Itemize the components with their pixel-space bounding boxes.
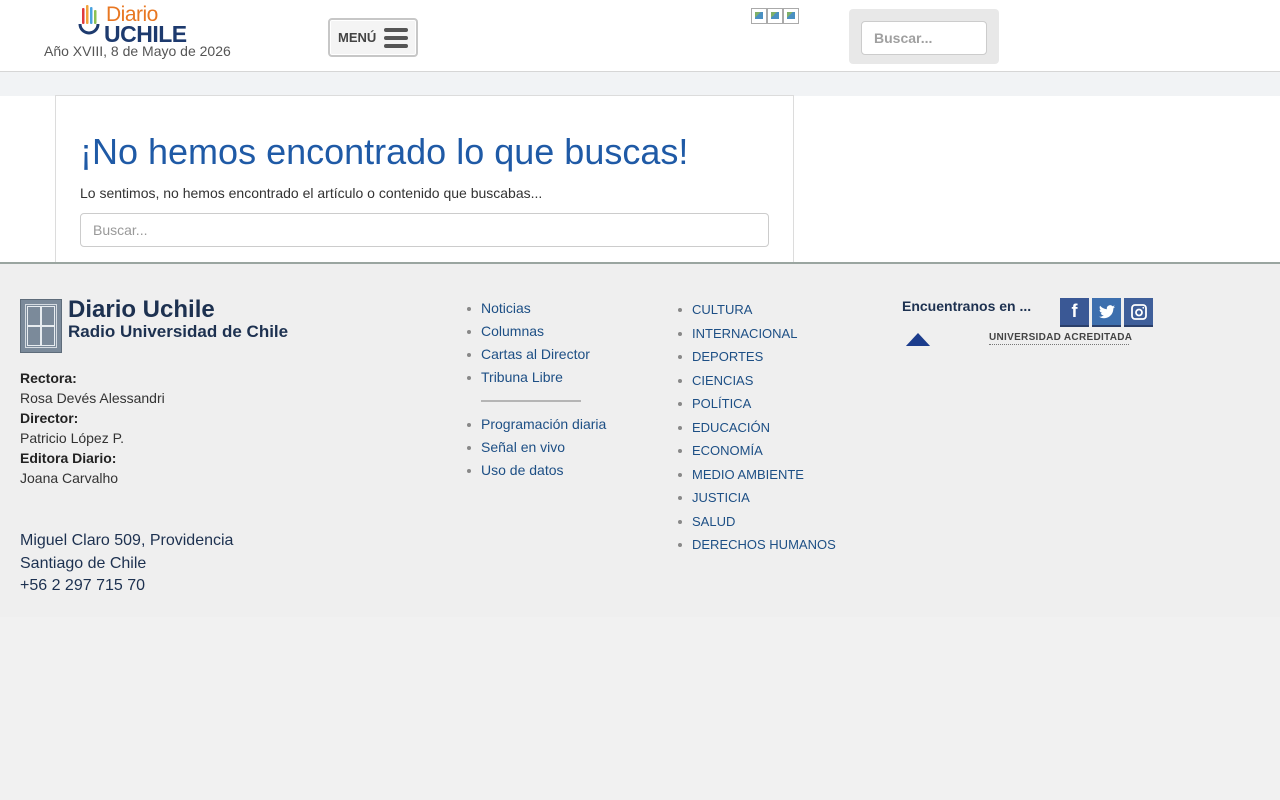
diario-uchile-logo[interactable]: Diario UCHILE: [74, 3, 194, 47]
page-title: ¡No hemos encontrado lo que buscas!: [80, 131, 689, 172]
staff-role: Editora Diario:: [20, 450, 117, 466]
divider: [481, 400, 581, 402]
section-link[interactable]: CIENCIAS: [678, 369, 836, 393]
staff-name: Rosa Devés Alessandri: [20, 390, 165, 406]
section-link[interactable]: ECONOMÍA: [678, 439, 836, 463]
section-link[interactable]: CULTURA: [678, 298, 836, 322]
header-search-input[interactable]: [861, 21, 987, 55]
address-line: Santiago de Chile: [20, 554, 147, 572]
broken-image-icon[interactable]: [751, 8, 767, 24]
phone-number: +56 2 297 715 70: [20, 577, 146, 594]
section-link[interactable]: DEPORTES: [678, 345, 836, 369]
header-search: [849, 9, 999, 64]
social-label: Encuentranos en ...: [902, 298, 1032, 314]
staff-credits: Rectora: Rosa Devés Alessandri Director:…: [20, 368, 165, 488]
staff-name: Patricio López P.: [20, 430, 125, 446]
accreditation-banner: UNIVERSIDAD ACREDITADA: [902, 330, 1154, 346]
twitter-icon[interactable]: [1092, 298, 1121, 327]
contact-address: Miguel Claro 509, Providencia Santiago d…: [20, 530, 233, 598]
broken-image-icon[interactable]: [783, 8, 799, 24]
header-spacer: [0, 72, 1280, 96]
footer-link-tribuna[interactable]: Tribuna Libre: [467, 366, 606, 389]
instagram-icon[interactable]: [1124, 298, 1153, 327]
site-header: Diario UCHILE Año XVIII, 8 de Mayo de 20…: [0, 0, 1280, 72]
menu-button[interactable]: MENÚ: [328, 18, 418, 57]
staff-name: Joana Carvalho: [20, 470, 119, 486]
footer-link-noticias[interactable]: Noticias: [467, 297, 606, 320]
university-seal-icon: [20, 299, 62, 353]
edition-date: Año XVIII, 8 de Mayo de 2026: [44, 43, 231, 59]
not-found-message: Lo sentimos, no hemos encontrado el artí…: [80, 185, 543, 201]
footer-brand-subtitle: Radio Universidad de Chile: [68, 322, 289, 341]
page-background: [0, 617, 1280, 800]
staff-role: Director:: [20, 410, 79, 426]
footer-link-senal[interactable]: Señal en vivo: [467, 436, 606, 459]
staff-role: Rectora:: [20, 370, 77, 386]
section-link[interactable]: SALUD: [678, 510, 836, 534]
section-link[interactable]: DERECHOS HUMANOS: [678, 533, 836, 557]
section-link[interactable]: JUSTICIA: [678, 486, 836, 510]
footer-links: Noticias Columnas Cartas al Director Tri…: [467, 297, 606, 482]
logo-mark-icon: [78, 5, 100, 35]
not-found-panel: ¡No hemos encontrado lo que buscas! Lo s…: [55, 95, 794, 262]
hamburger-icon: [384, 28, 408, 48]
footer-link-cartas[interactable]: Cartas al Director: [467, 343, 606, 366]
menu-label: MENÚ: [338, 30, 377, 45]
address-line: Miguel Claro 509, Providencia: [20, 532, 234, 549]
footer-brand-title: Diario Uchile: [68, 296, 215, 323]
section-link[interactable]: INTERNACIONAL: [678, 322, 836, 346]
footer-link-columnas[interactable]: Columnas: [467, 320, 606, 343]
facebook-icon[interactable]: f: [1060, 298, 1089, 327]
accreditation-text: UNIVERSIDAD ACREDITADA: [989, 332, 1133, 343]
search-input[interactable]: [80, 213, 769, 247]
header-image-links: [751, 8, 799, 24]
site-footer: Diario Uchile Radio Universidad de Chile…: [0, 262, 1280, 617]
footer-link-programacion[interactable]: Programación diaria: [467, 413, 606, 436]
section-link[interactable]: EDUCACIÓN: [678, 416, 836, 440]
accreditation-logo-icon: [905, 333, 931, 346]
footer-sections: CULTURA INTERNACIONAL DEPORTES CIENCIAS …: [678, 298, 836, 557]
section-link[interactable]: MEDIO AMBIENTE: [678, 463, 836, 487]
broken-image-icon[interactable]: [767, 8, 783, 24]
section-link[interactable]: POLÍTICA: [678, 392, 836, 416]
footer-link-uso-datos[interactable]: Uso de datos: [467, 459, 606, 482]
